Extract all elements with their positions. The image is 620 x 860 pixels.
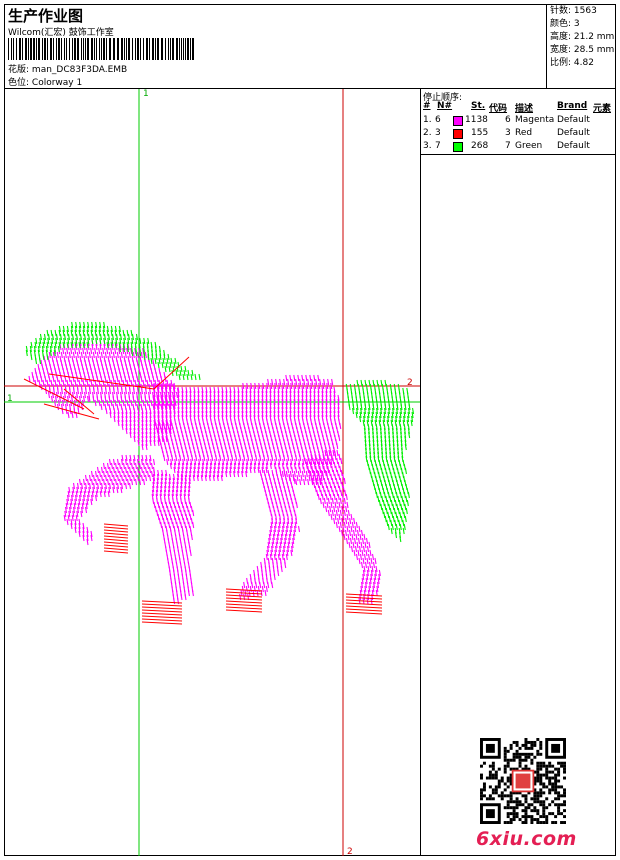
row-stitches: 155: [471, 128, 489, 138]
col-brand: Brand: [557, 101, 588, 111]
stat-colors: 颜色: 3: [550, 19, 580, 29]
row-index: 2.: [423, 128, 432, 138]
row-needle: 3: [435, 128, 441, 138]
colorway-value: Colorway 1: [31, 78, 83, 88]
col-code: 代码: [489, 104, 508, 114]
row-code: 3: [505, 128, 511, 138]
stat-stitches: 针数: 1563: [550, 6, 597, 16]
table-row: 2. 3 155 3 Red Default: [423, 128, 613, 140]
color-swatch: [453, 142, 463, 152]
magenta-stitches: [28, 339, 381, 605]
row-code: 6: [505, 115, 511, 125]
page-title: 生产作业图: [8, 7, 84, 25]
row-index: 1.: [423, 115, 432, 125]
col-element: 元素: [593, 104, 612, 114]
watermark-logo: 6xiu.com: [476, 828, 577, 850]
row-brand: Default: [557, 128, 590, 138]
row-stitches: 268: [471, 141, 489, 151]
barcode: [8, 38, 194, 60]
row-index: 3.: [423, 141, 432, 151]
stat-scale: 比例: 4.82: [550, 58, 594, 68]
stats-box: 针数: 1563 颜色: 3 高度: 21.2 mm 宽度: 28.5 mm 比…: [546, 4, 616, 88]
guide-label-h2: 2: [407, 378, 413, 388]
col-index: #: [423, 101, 431, 111]
guide-label-v1: 1: [143, 89, 149, 99]
row-description: Green: [515, 141, 543, 151]
company-name: Wilcom(汇宏) 鼓饰工作室: [8, 28, 114, 38]
design-canvas: 1 2 1 2: [4, 89, 420, 856]
col-stitches: St.: [471, 101, 486, 111]
colorway-row: 色位: Colorway 1: [8, 75, 82, 88]
stat-height: 高度: 21.2 mm: [550, 32, 615, 42]
color-swatch: [453, 116, 463, 126]
row-needle: 7: [435, 141, 441, 151]
row-code: 7: [505, 141, 511, 151]
row-description: Magenta: [515, 115, 555, 125]
row-needle: 6: [435, 115, 441, 125]
row-brand: Default: [557, 115, 590, 125]
guide-label-v2: 2: [347, 847, 353, 856]
col-description: 描述: [515, 104, 534, 114]
stat-width: 宽度: 28.5 mm: [550, 45, 615, 55]
color-swatch: [453, 129, 463, 139]
green-stitches: [25, 321, 415, 543]
row-description: Red: [515, 128, 533, 138]
horse-embroidery-preview: [4, 89, 420, 856]
design-value: man_DC83F3DA.EMB: [31, 65, 128, 75]
header: 生产作业图 Wilcom(汇宏) 鼓饰工作室 花版: man_DC83F3DA.…: [4, 4, 616, 89]
row-stitches: 1138: [465, 115, 488, 125]
row-brand: Default: [557, 141, 590, 151]
design-label: 花版:: [8, 65, 30, 75]
guide-label-h1: 1: [7, 394, 13, 404]
table-row: 3. 7 268 7 Green Default: [423, 141, 613, 153]
design-name-row: 花版: man_DC83F3DA.EMB: [8, 62, 127, 75]
stop-sequence-table: 停止顺序: # N# St. 代码 描述 Brand 元素 1. 6 1138 …: [421, 89, 616, 155]
colorway-label: 色位:: [8, 78, 30, 88]
qr-code: [480, 738, 566, 824]
col-needle: N#: [437, 101, 453, 111]
table-row: 1. 6 1138 6 Magenta Default: [423, 115, 613, 127]
